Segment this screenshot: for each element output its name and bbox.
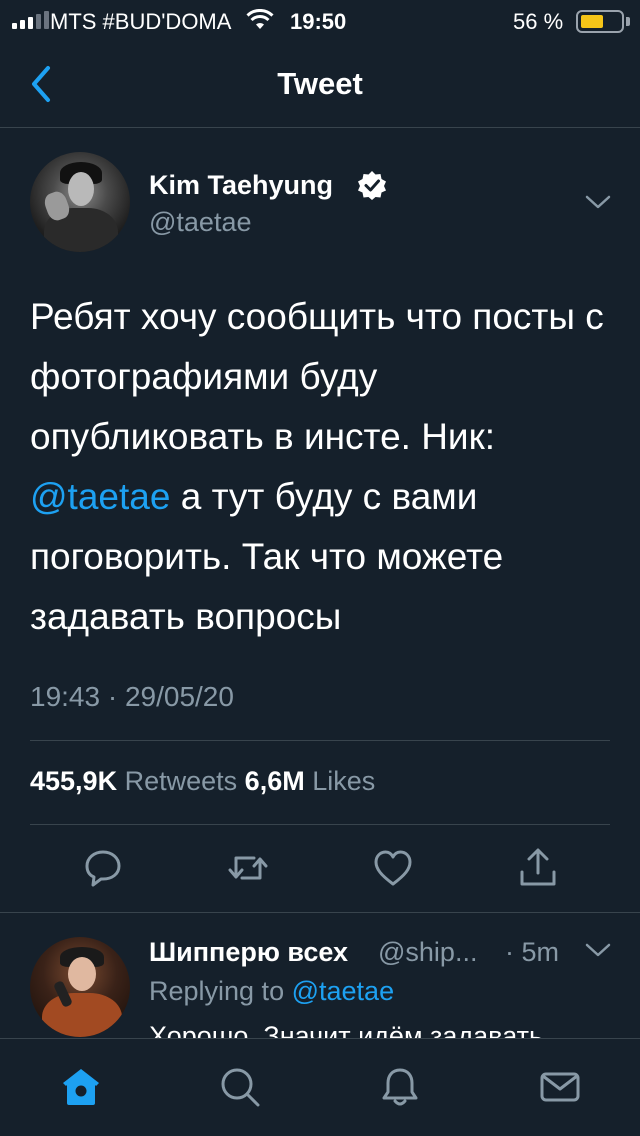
battery-nub bbox=[626, 17, 630, 26]
home-icon bbox=[63, 1069, 99, 1105]
likes-label[interactable]: Likes bbox=[312, 766, 375, 796]
chevron-down-icon bbox=[585, 195, 611, 209]
section-divider bbox=[0, 912, 640, 913]
tweet-menu-button[interactable] bbox=[584, 192, 612, 217]
comment-icon bbox=[85, 850, 121, 887]
tab-notifications[interactable] bbox=[378, 1065, 422, 1109]
navigation-header: Tweet bbox=[0, 42, 640, 128]
author-avatar[interactable] bbox=[30, 152, 130, 252]
share-button[interactable] bbox=[516, 846, 560, 890]
reply-menu-button[interactable] bbox=[584, 940, 612, 965]
reply-text: Хорошо. Значит идём задавать bbox=[149, 1021, 544, 1038]
chevron-down-icon bbox=[585, 943, 611, 957]
author-handle[interactable]: @taetae bbox=[149, 207, 251, 238]
reply-time: · 5m bbox=[505, 937, 559, 967]
mail-icon bbox=[540, 1072, 580, 1102]
author-name[interactable]: Kim Taehyung bbox=[149, 170, 333, 201]
battery-percentage: 56 % bbox=[513, 9, 564, 34]
reply-button[interactable] bbox=[81, 846, 125, 890]
status-bar: MTS #BUD'DOMA 19:50 56 % bbox=[0, 0, 640, 42]
reply-author-name[interactable]: Шипперю всех bbox=[149, 937, 348, 968]
retweet-icon bbox=[228, 856, 268, 880]
search-icon bbox=[221, 1068, 260, 1107]
tweet-text: Ребят хочу сообщить что посты с фотограф… bbox=[30, 287, 615, 647]
divider bbox=[30, 740, 610, 741]
tweet-stats: 455,9K Retweets 6,6M Likes bbox=[30, 766, 375, 797]
tab-search[interactable] bbox=[218, 1065, 262, 1109]
retweets-label[interactable]: Retweets bbox=[125, 766, 238, 796]
replying-to-line: Replying to @taetae bbox=[149, 976, 394, 1007]
tweet-text-part: Ребят хочу сообщить что посты с фотограф… bbox=[30, 296, 604, 457]
heart-icon bbox=[374, 850, 412, 886]
status-time: 19:50 bbox=[290, 9, 347, 34]
likes-count[interactable]: 6,6M bbox=[245, 766, 305, 796]
verified-badge-icon bbox=[357, 170, 387, 205]
tab-messages[interactable] bbox=[538, 1065, 582, 1109]
page-title: Tweet bbox=[277, 66, 363, 101]
battery-level-fill bbox=[581, 15, 603, 28]
wifi-icon bbox=[246, 8, 274, 37]
tweet-detail-screen: MTS #BUD'DOMA 19:50 56 % Tweet Kim Taehy… bbox=[0, 0, 640, 1136]
replying-to-mention[interactable]: @taetae bbox=[292, 976, 394, 1006]
bell-icon bbox=[382, 1068, 418, 1106]
retweets-count[interactable]: 455,9K bbox=[30, 766, 117, 796]
tab-home[interactable] bbox=[59, 1065, 103, 1109]
signal-strength-icon bbox=[12, 11, 49, 29]
share-icon bbox=[520, 848, 556, 886]
divider bbox=[30, 824, 610, 825]
retweet-button[interactable] bbox=[226, 846, 270, 890]
like-button[interactable] bbox=[371, 846, 415, 890]
tweet-mention-link[interactable]: @taetae bbox=[30, 476, 170, 517]
reply-author-avatar[interactable] bbox=[30, 937, 130, 1037]
reply-author-handle[interactable]: @ship... bbox=[378, 937, 477, 968]
bottom-tab-bar bbox=[0, 1038, 640, 1136]
carrier-name: MTS #BUD'DOMA bbox=[50, 9, 232, 34]
tweet-timestamp: 19:43 · 29/05/20 bbox=[30, 681, 234, 712]
battery-icon bbox=[576, 10, 624, 33]
replying-to-label: Replying to bbox=[149, 976, 285, 1006]
